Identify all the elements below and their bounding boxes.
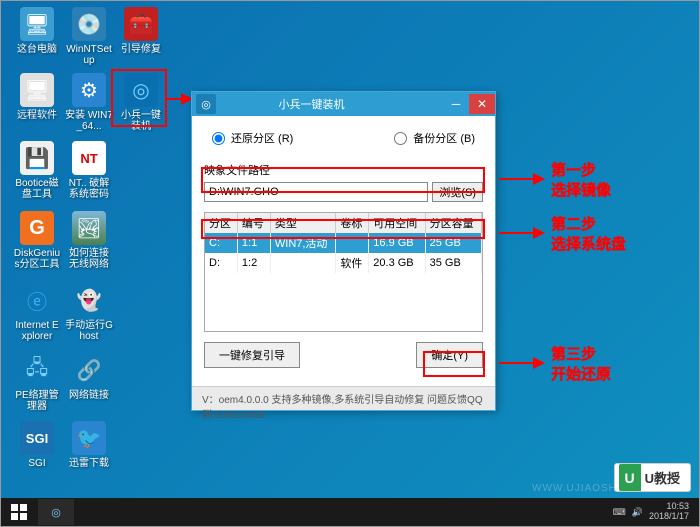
partition-table: 分区 编号 类型 卷标 可用空间 分区容量 C:1:1WIN7,活动16.9 G… [204, 212, 483, 332]
icon-this-pc[interactable]: 🖥这台电脑 [13, 7, 61, 55]
desktop-highlight [111, 69, 167, 127]
th-type[interactable]: 类型 [270, 213, 335, 233]
icon-winntsetup[interactable]: 💿WinNTSetup [65, 7, 113, 66]
ok-button[interactable]: 确定(Y) [416, 342, 483, 368]
close-button[interactable]: ✕ [469, 94, 495, 114]
taskbar-clock[interactable]: 10:53 2018/1/17 [649, 502, 693, 522]
icon-thunder[interactable]: 🐦迅雷下载 [65, 421, 113, 469]
taskbar-app[interactable]: ◎ [38, 499, 74, 525]
anno-step3: 第三步开始还原 [551, 345, 611, 384]
radio-backup[interactable]: 备份分区 (B) [394, 130, 475, 146]
table-row[interactable]: D:1:2软件20.3 GB35 GB [205, 253, 482, 273]
icon-diskgenius[interactable]: GDiskGenius分区工具 [13, 211, 61, 270]
anno-step1: 第一步选择镜像 [551, 161, 611, 200]
app-icon: ◎ [196, 94, 216, 114]
titlebar[interactable]: ◎ 小兵一键装机 ─ ✕ [192, 92, 495, 116]
th-label[interactable]: 卷标 [336, 213, 369, 233]
window-footer: V：oem4.0.0.0 支持多种镜像,多系统引导自动修复 问题反馈QQ群:60… [192, 386, 495, 410]
arrow-step3 [495, 353, 547, 373]
icon-win7install[interactable]: ⚙安装 WIN7_64... [65, 73, 113, 132]
repair-boot-button[interactable]: 一键修复引导 [204, 342, 300, 368]
th-free[interactable]: 可用空间 [369, 213, 425, 233]
watermark-logo: U U教授 [614, 463, 691, 492]
image-path-input[interactable] [204, 182, 428, 202]
arrow-step2 [495, 223, 547, 243]
table-row[interactable]: C:1:1WIN7,活动16.9 GB25 GB [205, 233, 482, 253]
icon-sgi[interactable]: SGISGI [13, 421, 61, 469]
th-size[interactable]: 分区容量 [425, 213, 481, 233]
icon-ntcrack[interactable]: NTNT.. 破解系统密码 [65, 141, 113, 200]
window-title: 小兵一键装机 [220, 96, 443, 112]
app-window: ◎ 小兵一键装机 ─ ✕ 还原分区 (R) 备份分区 (B) 映象文件路径 浏览… [191, 91, 496, 411]
windows-icon [11, 504, 27, 520]
icon-wifihelp[interactable]: 🏞如何连接无线网络 [65, 211, 113, 270]
icon-bootice[interactable]: 💾Bootice磁盘工具 [13, 141, 61, 200]
th-num[interactable]: 编号 [237, 213, 270, 233]
icon-remote[interactable]: 🖥远程软件 [13, 73, 61, 121]
start-button[interactable] [1, 498, 37, 526]
u-icon: U [619, 464, 641, 491]
icon-netconn[interactable]: 🔗网络链接 [65, 353, 113, 401]
icon-bootrepair[interactable]: 🧰引导修复 [117, 7, 165, 55]
taskbar: ◎ ⌨ 🔊 10:53 2018/1/17 [1, 498, 699, 526]
icon-ie[interactable]: ⓔInternet Explorer [13, 283, 61, 342]
path-label: 映象文件路径 [204, 162, 483, 178]
tray-ime-icon[interactable]: ⌨ [613, 507, 626, 518]
icon-ghost[interactable]: 👻手动运行Ghost [65, 283, 113, 342]
icon-netmgr[interactable]: 🖧PE络理管理器 [13, 353, 61, 412]
minimize-button[interactable]: ─ [443, 94, 469, 114]
radio-restore[interactable]: 还原分区 (R) [212, 130, 293, 146]
browse-button[interactable]: 浏览(S) [432, 182, 483, 202]
th-part[interactable]: 分区 [205, 213, 237, 233]
tray-sound-icon[interactable]: 🔊 [632, 507, 643, 518]
anno-step2: 第二步选择系统盘 [551, 215, 626, 254]
arrow-step1 [495, 169, 547, 189]
